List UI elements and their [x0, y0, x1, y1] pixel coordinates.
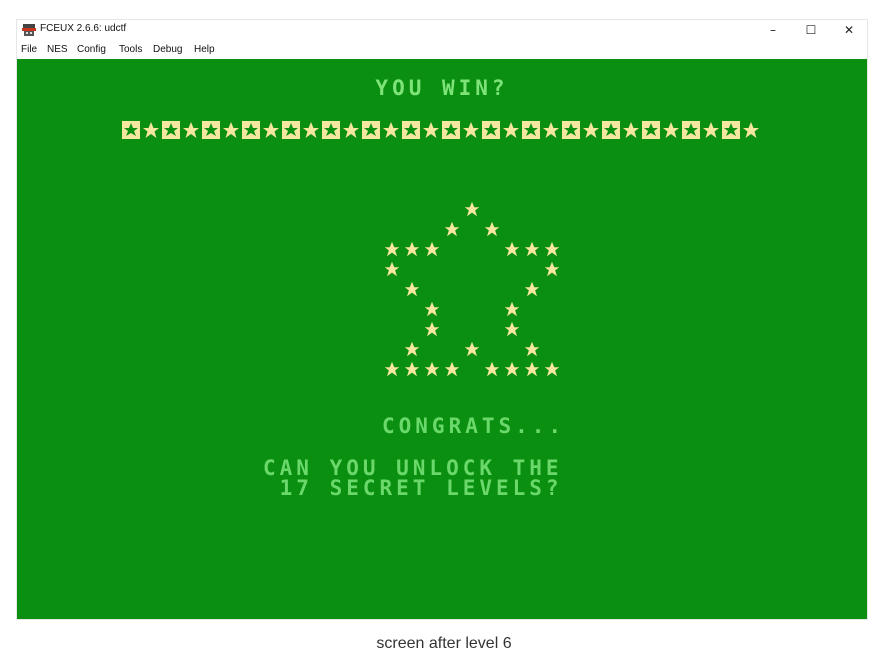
- star-icon: [303, 122, 319, 138]
- boxed-star-icon: [722, 121, 740, 139]
- star-icon: [383, 122, 399, 138]
- close-button[interactable]: ✕: [830, 20, 868, 40]
- star-icon: [183, 122, 199, 138]
- star-icon: [583, 122, 599, 138]
- emulator-window: FCEUX 2.6.6: udctf – ☐ ✕ File NES Config…: [17, 20, 867, 619]
- star-icon: [404, 281, 420, 297]
- star-icon: [484, 361, 500, 377]
- star-icon: [343, 122, 359, 138]
- star-icon: [444, 221, 460, 237]
- star-icon: [504, 301, 520, 317]
- star-icon: [544, 261, 560, 277]
- message-line-1: CAN YOU UNLOCK THE: [263, 456, 563, 480]
- star-icon: [484, 221, 500, 237]
- menu-bar: File NES Config Tools Debug Help: [17, 40, 867, 59]
- menu-tools[interactable]: Tools: [119, 44, 142, 55]
- boxed-star-icon: [122, 121, 140, 139]
- star-icon: [424, 241, 440, 257]
- star-icon: [623, 122, 639, 138]
- boxed-star-icon: [682, 121, 700, 139]
- star-border-row: [121, 120, 761, 140]
- star-icon: [524, 361, 540, 377]
- window-title: FCEUX 2.6.6: udctf: [40, 23, 127, 34]
- star-icon: [503, 122, 519, 138]
- message-line-2: 17 SECRET LEVELS?: [263, 476, 563, 500]
- menu-nes[interactable]: NES: [47, 44, 68, 55]
- star-icon: [663, 122, 679, 138]
- star-icon: [703, 122, 719, 138]
- star-icon: [504, 241, 520, 257]
- star-icon: [504, 321, 520, 337]
- star-icon: [424, 361, 440, 377]
- star-icon: [743, 122, 759, 138]
- star-icon: [424, 301, 440, 317]
- star-icon: [444, 361, 460, 377]
- star-icon: [384, 361, 400, 377]
- star-icon: [524, 281, 540, 297]
- star-icon: [143, 122, 159, 138]
- star-icon: [543, 122, 559, 138]
- boxed-star-icon: [322, 121, 340, 139]
- game-screen[interactable]: YOU WIN? CONGRATS... CAN YOU UNLOCK THE …: [17, 59, 867, 619]
- star-icon: [524, 341, 540, 357]
- star-icon: [464, 201, 480, 217]
- star-icon: [463, 122, 479, 138]
- star-icon: [223, 122, 239, 138]
- headline: YOU WIN?: [375, 76, 509, 100]
- congrats-text: CONGRATS...: [382, 414, 566, 438]
- star-icon: [524, 241, 540, 257]
- boxed-star-icon: [442, 121, 460, 139]
- boxed-star-icon: [562, 121, 580, 139]
- boxed-star-icon: [642, 121, 660, 139]
- boxed-star-icon: [482, 121, 500, 139]
- star-icon: [424, 321, 440, 337]
- boxed-star-icon: [522, 121, 540, 139]
- boxed-star-icon: [602, 121, 620, 139]
- boxed-star-icon: [202, 121, 220, 139]
- boxed-star-icon: [282, 121, 300, 139]
- star-icon: [464, 341, 480, 357]
- star-icon: [504, 361, 520, 377]
- star-icon: [384, 241, 400, 257]
- boxed-star-icon: [362, 121, 380, 139]
- boxed-star-icon: [162, 121, 180, 139]
- boxed-star-icon: [402, 121, 420, 139]
- star-icon: [404, 361, 420, 377]
- minimize-button[interactable]: –: [754, 20, 792, 40]
- star-icon: [263, 122, 279, 138]
- title-bar: FCEUX 2.6.6: udctf – ☐ ✕: [17, 20, 867, 40]
- star-icon: [404, 341, 420, 357]
- fceux-app-icon: [22, 24, 36, 36]
- maximize-button[interactable]: ☐: [792, 20, 830, 40]
- menu-config[interactable]: Config: [77, 44, 106, 55]
- figure-caption: screen after level 6: [376, 635, 512, 652]
- star-icon: [384, 261, 400, 277]
- menu-file[interactable]: File: [21, 44, 37, 55]
- boxed-star-icon: [242, 121, 260, 139]
- star-icon: [423, 122, 439, 138]
- star-icon: [544, 361, 560, 377]
- star-icon: [544, 241, 560, 257]
- star-icon: [404, 241, 420, 257]
- menu-help[interactable]: Help: [194, 44, 215, 55]
- menu-debug[interactable]: Debug: [153, 44, 182, 55]
